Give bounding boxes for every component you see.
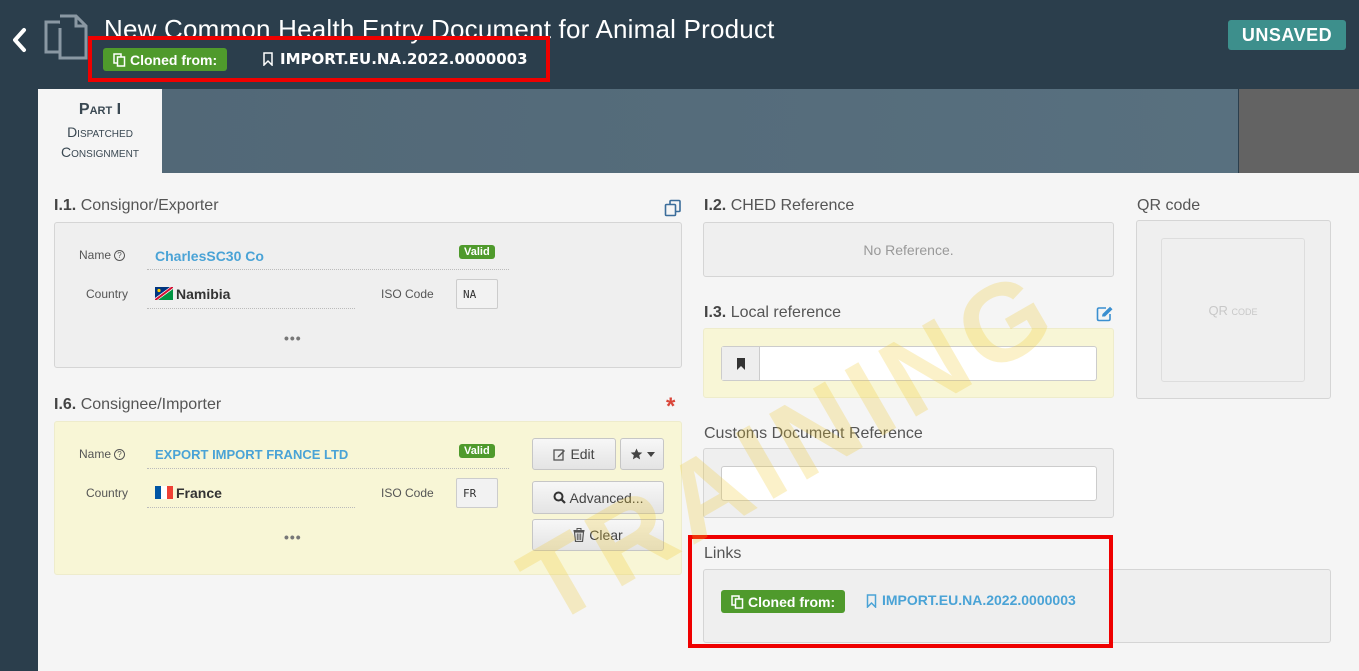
help-icon[interactable]: ? <box>114 250 126 261</box>
divider <box>147 268 509 270</box>
section-number: I.3. <box>704 304 727 321</box>
name-label-text: Name <box>79 447 112 461</box>
divider <box>147 467 509 469</box>
tab-sublabel-line1: Dispatched <box>67 124 133 140</box>
edit-button[interactable]: Edit <box>532 438 616 470</box>
documents-icon <box>44 14 88 60</box>
consignor-name-link[interactable]: CharlesSC30 Co <box>155 248 264 264</box>
local-reference-section-title: I.3. Local reference <box>704 304 841 322</box>
divider <box>147 307 355 309</box>
cloned-reference-link[interactable]: IMPORT.EU.NA.2022.0000003 <box>280 50 528 68</box>
section-number: I.2. <box>704 197 727 214</box>
expand-more-button[interactable]: ••• <box>284 330 302 346</box>
expand-more-button[interactable]: ••• <box>284 529 302 545</box>
qr-placeholder-text: QR code <box>1208 302 1258 318</box>
consignee-name-link[interactable]: EXPORT IMPORT FRANCE LTD <box>155 447 348 462</box>
qr-section-title: QR code <box>1137 197 1201 214</box>
section-number: I.1. <box>54 197 77 214</box>
valid-badge: Valid <box>459 444 495 458</box>
advanced-button-label: Advanced... <box>569 489 644 506</box>
name-label: Name? <box>79 248 126 262</box>
bookmark-addon <box>722 347 760 380</box>
flag-namibia-icon <box>155 287 173 300</box>
advanced-search-button[interactable]: Advanced... <box>532 481 664 514</box>
customs-section-title: Customs Document Reference <box>704 425 923 442</box>
tab-strip <box>162 89 1238 173</box>
iso-code-label: ISO Code <box>381 287 434 301</box>
qr-code-placeholder: QR code <box>1161 238 1305 382</box>
bookmark-icon <box>736 357 745 370</box>
local-reference-input[interactable] <box>721 346 1097 381</box>
required-asterisk: * <box>666 393 676 420</box>
edit-icon <box>553 448 566 461</box>
status-badge: UNSAVED <box>1228 20 1346 50</box>
consignee-section-title: I.6. Consignee/Importer <box>54 396 221 414</box>
section-label: Consignor/Exporter <box>80 197 219 214</box>
caret-down-icon <box>646 451 655 457</box>
ched-reference-well: No Reference. <box>703 222 1114 277</box>
star-icon <box>630 448 642 460</box>
bookmark-icon <box>263 52 273 66</box>
tab-sublabel: Dispatched Consignment <box>38 122 162 162</box>
country-label: Country <box>86 486 129 500</box>
consignor-well <box>54 222 682 368</box>
local-reference-value <box>760 347 776 380</box>
consignor-country: Namibia <box>176 286 231 302</box>
consignor-section-title: I.1. Consignor/Exporter <box>54 197 219 215</box>
tab-strip-end <box>1239 89 1359 173</box>
tab-part-1[interactable]: Part I Dispatched Consignment <box>38 89 162 173</box>
name-label: Name? <box>79 447 126 461</box>
favourites-dropdown[interactable] <box>620 438 664 470</box>
name-label-text: Name <box>79 248 112 262</box>
copy-icon <box>113 52 126 67</box>
valid-badge: Valid <box>459 245 495 259</box>
section-label: CHED Reference <box>730 197 855 214</box>
trash-icon <box>573 528 585 542</box>
pencil-square-icon[interactable] <box>1096 306 1114 322</box>
ched-reference-value: No Reference. <box>863 241 954 258</box>
clear-button-label: Clear <box>589 527 623 543</box>
customs-document-input[interactable] <box>721 466 1097 501</box>
copy-icon[interactable] <box>664 199 682 217</box>
search-icon <box>553 491 566 504</box>
section-label: Consignee/Importer <box>80 396 222 413</box>
country-label: Country <box>86 287 129 301</box>
iso-code-value: FR <box>456 478 498 508</box>
iso-code-value: NA <box>456 279 498 309</box>
tab-label: Part I <box>78 101 122 118</box>
tab-sublabel-line2: Consignment <box>61 144 139 160</box>
divider <box>147 506 355 508</box>
ched-section-title: I.2. CHED Reference <box>704 197 854 215</box>
iso-code-label: ISO Code <box>381 486 434 500</box>
help-icon[interactable]: ? <box>114 449 126 460</box>
cloned-from-label: Cloned from: <box>130 51 218 68</box>
back-chevron-icon[interactable] <box>10 26 30 54</box>
consignee-country: France <box>176 485 222 501</box>
section-label: Local reference <box>730 304 841 321</box>
clear-button[interactable]: Clear <box>532 519 664 551</box>
highlight-box <box>688 535 1113 648</box>
cloned-from-badge: Cloned from: <box>103 48 228 71</box>
flag-france-icon <box>155 486 173 499</box>
edit-button-label: Edit <box>570 446 595 462</box>
section-number: I.6. <box>54 396 77 413</box>
